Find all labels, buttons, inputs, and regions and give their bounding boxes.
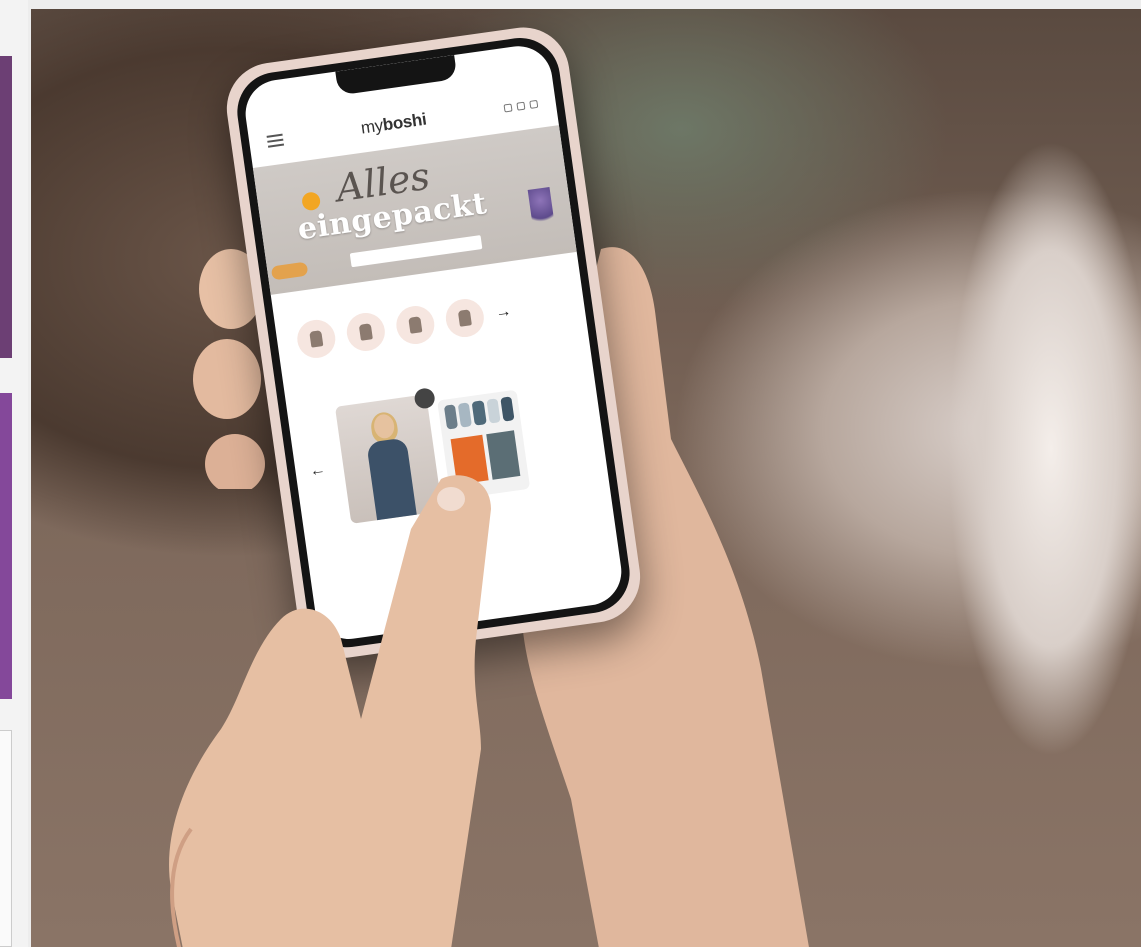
account-icon[interactable] — [503, 103, 513, 113]
hamburger-icon[interactable] — [266, 133, 285, 148]
lavender-decoration — [527, 186, 556, 230]
sidebar-purple-panel — [0, 56, 12, 358]
sidebar-purple-panel — [0, 393, 12, 699]
arrow-right-icon[interactable]: → — [494, 303, 512, 323]
app-logo[interactable]: myboshi — [360, 110, 428, 139]
category-circle[interactable] — [443, 296, 487, 340]
sidebar-frame — [0, 730, 12, 947]
logo-prefix: my — [359, 115, 385, 138]
cart-icon[interactable] — [529, 99, 539, 109]
blurred-person — [911, 9, 1141, 909]
category-icon — [358, 323, 373, 341]
category-circle[interactable] — [294, 317, 338, 361]
logo-name: boshi — [381, 109, 428, 135]
category-icon — [457, 309, 472, 327]
pointing-hand — [169, 475, 491, 947]
header-actions — [503, 99, 539, 113]
bread-decoration — [270, 261, 309, 281]
yarn-swatches — [443, 396, 515, 430]
category-circle[interactable] — [344, 310, 388, 354]
category-icon — [309, 330, 324, 348]
category-icon — [408, 316, 423, 334]
hero-photo: myboshi Alles eingepackt → ← — [31, 9, 1141, 947]
banner-cta-button[interactable] — [349, 235, 483, 268]
wishlist-icon[interactable] — [516, 101, 526, 111]
category-circle[interactable] — [393, 303, 437, 347]
left-sidebar-strip — [0, 0, 28, 947]
